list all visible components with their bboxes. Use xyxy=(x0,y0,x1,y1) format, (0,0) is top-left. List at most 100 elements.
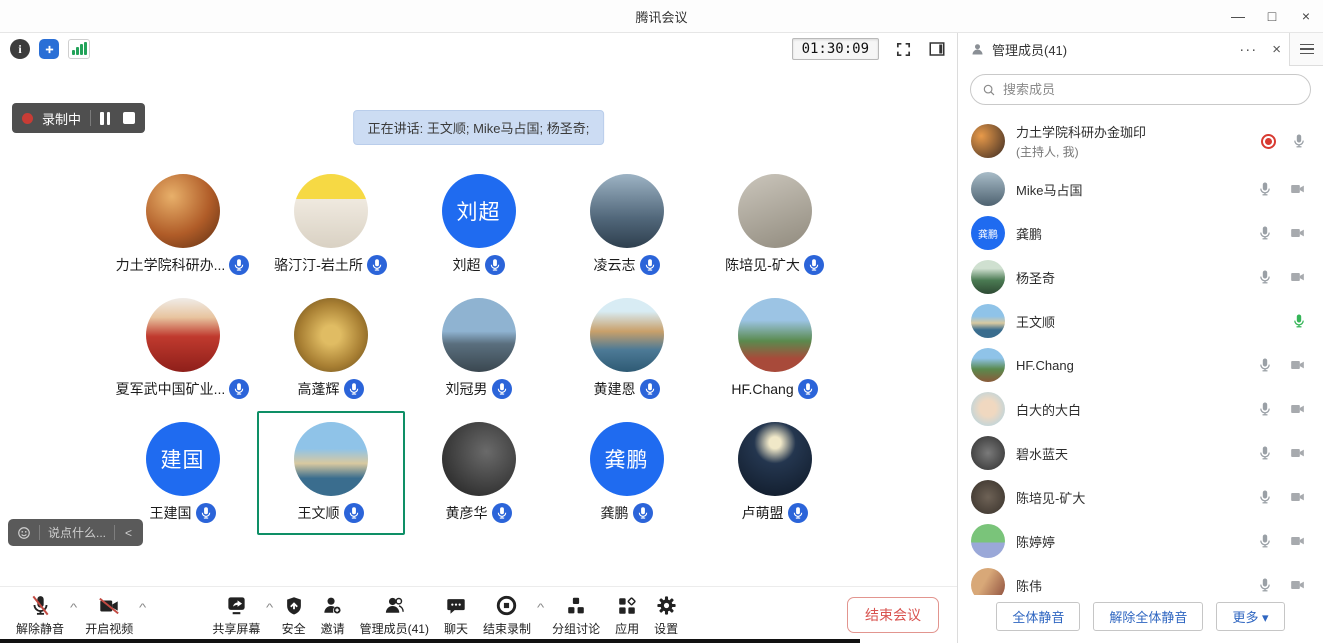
participant-tile[interactable]: HF.Chang xyxy=(701,287,849,411)
member-row-host[interactable]: 力土学院科研办金珈印 (主持人, 我) xyxy=(958,115,1323,167)
member-row[interactable]: 陈婷婷 xyxy=(958,519,1323,563)
participant-tile[interactable]: 龚鹏 龚鹏 xyxy=(553,411,701,535)
mute-all-button[interactable]: 全体静音 xyxy=(996,602,1080,631)
participant-tile[interactable]: 凌云志 xyxy=(553,163,701,287)
participant-tile[interactable]: 夏军武中国矿业... xyxy=(109,287,257,411)
panel-more-icon[interactable]: ··· xyxy=(1232,41,1264,58)
participant-tile-selected[interactable]: 王文顺 xyxy=(257,411,405,535)
participant-tile[interactable]: 刘超 刘超 xyxy=(405,163,553,287)
health-shield-icon[interactable] xyxy=(39,39,59,59)
member-name: Mike马占国 xyxy=(1016,180,1082,199)
start-video-button[interactable]: 开启视频 xyxy=(85,594,133,637)
mic-active-icon[interactable] xyxy=(1291,313,1307,329)
mic-status-icon[interactable] xyxy=(1257,269,1273,285)
camera-off-icon[interactable] xyxy=(1288,225,1307,241)
security-button[interactable]: 安全 xyxy=(282,594,306,637)
stop-recording-button[interactable] xyxy=(123,112,135,124)
participant-tile[interactable]: 高蓬辉 xyxy=(257,287,405,411)
mic-status-icon[interactable] xyxy=(1257,401,1273,417)
camera-off-icon[interactable] xyxy=(1288,269,1307,285)
invite-button[interactable]: 邀请 xyxy=(321,594,345,637)
stop-record-icon xyxy=(495,594,518,618)
member-search-input[interactable] xyxy=(1003,82,1299,97)
camera-off-icon[interactable] xyxy=(1288,445,1307,461)
window-controls: — □ × xyxy=(1221,0,1323,32)
mic-status-icon[interactable] xyxy=(1291,133,1307,149)
participant-name: HF.Chang xyxy=(731,381,793,397)
member-avatar xyxy=(971,348,1005,382)
stop-recording-toolbar-button[interactable]: 结束录制 xyxy=(483,594,531,637)
camera-off-icon[interactable] xyxy=(1288,533,1307,549)
quick-chat-placeholder[interactable]: 说点什么... xyxy=(48,524,106,541)
participant-name: 夏军武中国矿业... xyxy=(116,379,226,399)
mic-status-icon[interactable] xyxy=(1257,533,1273,549)
member-row[interactable]: Mike马占国 xyxy=(958,167,1323,211)
record-options-chevron[interactable]: ^ xyxy=(537,602,544,614)
member-row[interactable]: 龚鹏 龚鹏 xyxy=(958,211,1323,255)
close-button[interactable]: × xyxy=(1289,0,1323,32)
meeting-info-icon[interactable]: i xyxy=(10,39,30,59)
participant-tile[interactable]: 力土学院科研办... xyxy=(109,163,257,287)
share-screen-button[interactable]: 共享屏幕 xyxy=(212,594,260,637)
panel-close-icon[interactable]: × xyxy=(1264,41,1289,58)
mic-status-icon[interactable] xyxy=(1257,577,1273,593)
member-row[interactable]: HF.Chang xyxy=(958,343,1323,387)
bottom-toolbar: 解除静音 ^ 开启视频 ^ 共享屏幕 ^ 安全 xyxy=(0,586,957,643)
member-avatar xyxy=(971,392,1005,426)
camera-off-icon[interactable] xyxy=(1288,357,1307,373)
tencent-meeting-window: 腾讯会议 — □ × i 01:30:09 xyxy=(0,0,1323,643)
end-meeting-button[interactable]: 结束会议 xyxy=(847,597,939,633)
members-icon xyxy=(383,594,406,618)
member-row[interactable]: 陈培见-矿大 xyxy=(958,475,1323,519)
emoji-icon[interactable] xyxy=(17,526,31,540)
mic-muted-icon xyxy=(29,594,52,618)
participant-tile[interactable]: 刘冠男 xyxy=(405,287,553,411)
camera-off-icon[interactable] xyxy=(1288,489,1307,505)
camera-off-icon[interactable] xyxy=(1288,577,1307,593)
collapse-chat-icon[interactable]: < xyxy=(123,526,134,540)
mic-muted-icon xyxy=(229,255,249,275)
participant-tile[interactable]: 黄彦华 xyxy=(405,411,553,535)
member-row[interactable]: 王文顺 xyxy=(958,299,1323,343)
mic-status-icon[interactable] xyxy=(1257,357,1273,373)
mic-status-icon[interactable] xyxy=(1257,225,1273,241)
member-status-icons xyxy=(1257,181,1307,197)
camera-off-icon[interactable] xyxy=(1288,401,1307,417)
camera-off-icon[interactable] xyxy=(1288,181,1307,197)
participant-tile[interactable]: 建国 王建国 xyxy=(109,411,257,535)
recording-indicator: 录制中 xyxy=(12,103,145,133)
member-row[interactable]: 白大的大白 xyxy=(958,387,1323,431)
maximize-button[interactable]: □ xyxy=(1255,0,1289,32)
fullscreen-icon[interactable] xyxy=(893,39,913,59)
quick-chat-bar[interactable]: 说点什么... < xyxy=(8,519,143,546)
member-row[interactable]: 陈伟 xyxy=(958,563,1323,595)
participant-tile[interactable]: 陈培见-矿大 xyxy=(701,163,849,287)
participant-tile[interactable]: 卢萌盟 xyxy=(701,411,849,535)
chat-button[interactable]: 聊天 xyxy=(444,594,468,637)
mic-status-icon[interactable] xyxy=(1257,489,1273,505)
member-avatar xyxy=(971,304,1005,338)
breakout-rooms-button[interactable]: 分组讨论 xyxy=(552,594,600,637)
mic-status-icon[interactable] xyxy=(1257,445,1273,461)
more-button[interactable]: 更多 ▾ xyxy=(1216,602,1284,631)
unmute-all-button[interactable]: 解除全体静音 xyxy=(1093,602,1203,631)
mic-status-icon[interactable] xyxy=(1257,181,1273,197)
unmute-button[interactable]: 解除静音 xyxy=(16,594,64,637)
manage-members-button[interactable]: 管理成员(41) xyxy=(360,594,429,637)
mic-options-chevron[interactable]: ^ xyxy=(70,602,77,614)
share-options-chevron[interactable]: ^ xyxy=(266,602,273,614)
network-signal-icon[interactable] xyxy=(68,39,90,59)
member-name: 力土学院科研办金珈印 xyxy=(1016,122,1146,141)
hamburger-menu-icon[interactable] xyxy=(1289,33,1323,66)
camera-options-chevron[interactable]: ^ xyxy=(139,602,146,614)
layout-toggle-icon[interactable] xyxy=(927,39,947,59)
settings-button[interactable]: 设置 xyxy=(654,594,678,637)
member-row[interactable]: 碧水蓝天 xyxy=(958,431,1323,475)
participant-tile[interactable]: 黄建恩 xyxy=(553,287,701,411)
member-search-box[interactable] xyxy=(970,74,1311,105)
apps-button[interactable]: 应用 xyxy=(615,594,639,637)
minimize-button[interactable]: — xyxy=(1221,0,1255,32)
member-row[interactable]: 杨圣奇 xyxy=(958,255,1323,299)
pause-recording-button[interactable] xyxy=(100,112,110,125)
participant-tile[interactable]: 骆汀汀-岩土所 xyxy=(257,163,405,287)
